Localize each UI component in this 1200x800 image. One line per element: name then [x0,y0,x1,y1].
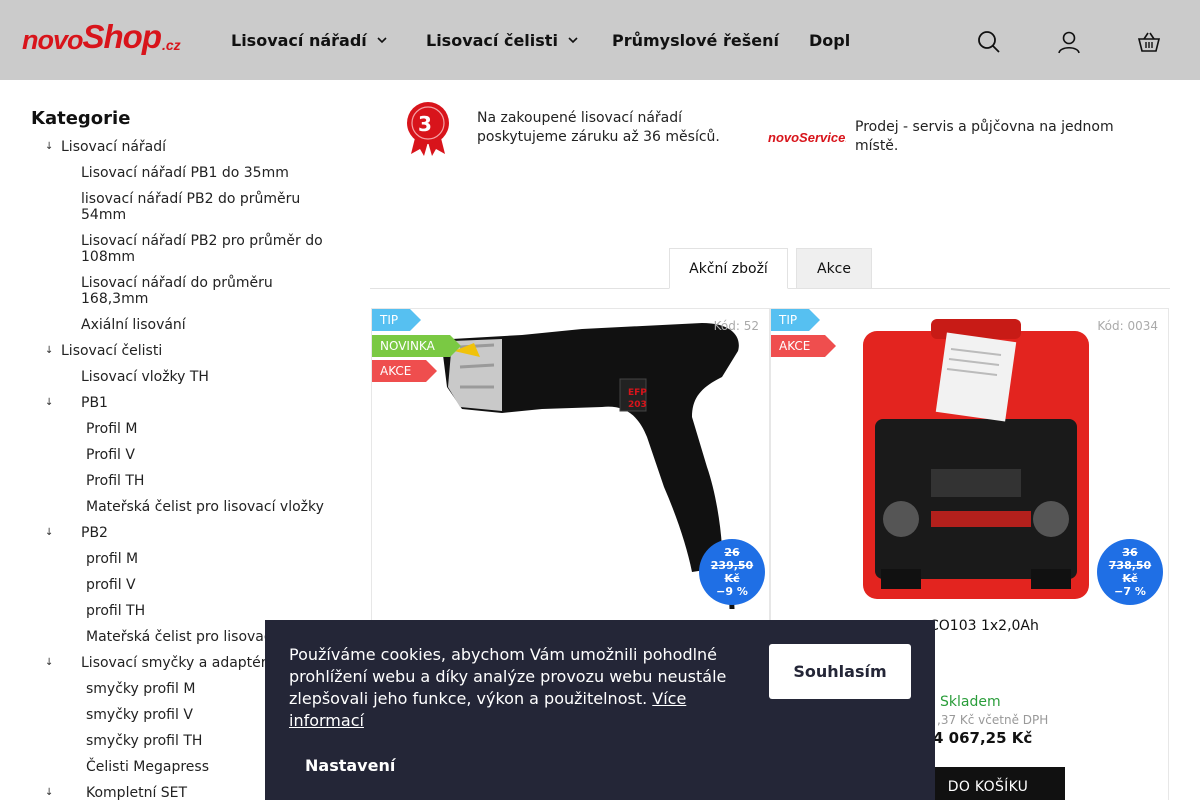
cookie-text: Používáme cookies, abychom Vám umožnili … [289,645,727,730]
svg-text:novoService.cz: novoService.cz [768,130,846,145]
product-image-press-case[interactable] [861,319,1091,599]
novoservice-logo: novoService.cz [768,130,846,145]
sidebar-item[interactable]: Profil V [31,447,331,463]
stock-status: Skladem [940,694,1001,710]
sidebar-item[interactable]: Profil M [31,421,331,437]
sidebar-item[interactable]: Mateřská čelist pro lisovací vložky [31,499,331,515]
warranty-badge-icon: 3 [407,102,449,156]
user-icon[interactable] [1057,30,1081,54]
nav-item-lisovaci-celisti[interactable]: Lisovací čelisti [426,29,612,51]
benefit-service: novoService.cz Prodej - servis a půjčovn… [768,118,1168,156]
sidebar-item[interactable]: Lisovací nářadí PB1 do 35mm [31,165,331,181]
search-icon[interactable] [977,30,1001,54]
site-header: novo Shop .cz Lisovací nářadí Lisovací č… [0,0,1200,80]
nav-item-lisovaci-naradi[interactable]: Lisovací nářadí [231,29,426,51]
sidebar-item[interactable]: Lisovací vložky TH [31,369,331,385]
logo-text-cz: .cz [161,37,181,53]
sidebar-item-pb1[interactable]: ↓ PB1 [31,395,331,411]
sidebar-item-lisovaci-celisti[interactable]: ↓ Lisovací čelisti [31,343,331,359]
svg-text:EFP: EFP [628,388,647,398]
sidebar-item-pb2[interactable]: ↓ PB2 [31,525,331,541]
agree-button[interactable]: Souhlasím [769,644,911,699]
benefit-warranty: 3 Na zakoupené lisovací nářadí poskytuje… [405,100,745,156]
benefit-service-text: Prodej - servis a půjčovna na jednom mís… [855,119,1114,154]
flag-akce: AKCE [771,335,836,357]
flag-tip: TIP [771,309,820,331]
cart-basket-icon[interactable] [1137,30,1161,54]
nav-item-prumyslove-reseni[interactable]: Průmyslové řešení [612,29,809,51]
discount-badge: 26 239,50 Kč −9 % [699,539,765,605]
product-name[interactable]: CO103 1x2,0Ah [929,618,1039,634]
sidebar-item[interactable]: Axiální lisování [31,317,331,333]
arrow-down-icon: ↓ [45,527,54,538]
flag-tip: TIP [372,309,421,331]
badge-number: 3 [418,112,432,136]
sidebar-item[interactable]: profil TH [31,603,331,619]
price-with-vat: ,37 Kč včetně DPH [937,713,1049,727]
chevron-down-icon [568,37,578,44]
arrow-down-icon: ↓ [45,787,54,798]
arrow-down-icon: ↓ [45,397,54,408]
benefit-warranty-text: Na zakoupené lisovací nářadí poskytujeme… [477,110,720,145]
site-logo[interactable]: novo Shop .cz [22,18,181,56]
sidebar-item[interactable]: Profil TH [31,473,331,489]
sidebar-item[interactable]: profil V [31,577,331,593]
tab-akce[interactable]: Akce [796,248,872,289]
sidebar-item[interactable]: profil M [31,551,331,567]
nav-item-doplnky[interactable]: Dopl [809,29,869,51]
tab-akcni-zbozi[interactable]: Akční zboží [669,248,788,289]
main-nav: Lisovací nářadí Lisovací čelisti Průmysl… [231,29,869,51]
logo-text-shop: Shop [82,18,162,55]
product-code: Kód: 52 [713,319,759,333]
arrow-down-icon: ↓ [45,657,54,668]
logo-text-novo: novo [22,25,83,55]
product-price: 4 067,25 Kč [933,729,1033,747]
sidebar-item[interactable]: Lisovací nářadí do průměru 168,3mm [31,275,331,307]
cookie-settings-button[interactable]: Nastavení [305,756,395,775]
discount-badge: 36 738,50 Kč −7 % [1097,539,1163,605]
chevron-down-icon [377,37,387,44]
flag-akce: AKCE [372,360,437,382]
sidebar-item-lisovaci-naradi[interactable]: ↓ Lisovací nářadí [31,139,331,155]
cookie-consent-bar: Používáme cookies, abychom Vám umožnili … [265,620,935,800]
sidebar-item[interactable]: lisovací nářadí PB2 do průměru 54mm [31,191,331,223]
sidebar-title: Kategorie [31,108,131,129]
arrow-down-icon: ↓ [45,141,54,152]
arrow-down-icon: ↓ [45,345,54,356]
sidebar-item[interactable]: Lisovací nářadí PB2 pro průměr do 108mm [31,233,331,265]
svg-text:203: 203 [628,400,647,410]
product-code: Kód: 0034 [1097,319,1158,333]
flag-novinka: NOVINKA [372,335,461,357]
